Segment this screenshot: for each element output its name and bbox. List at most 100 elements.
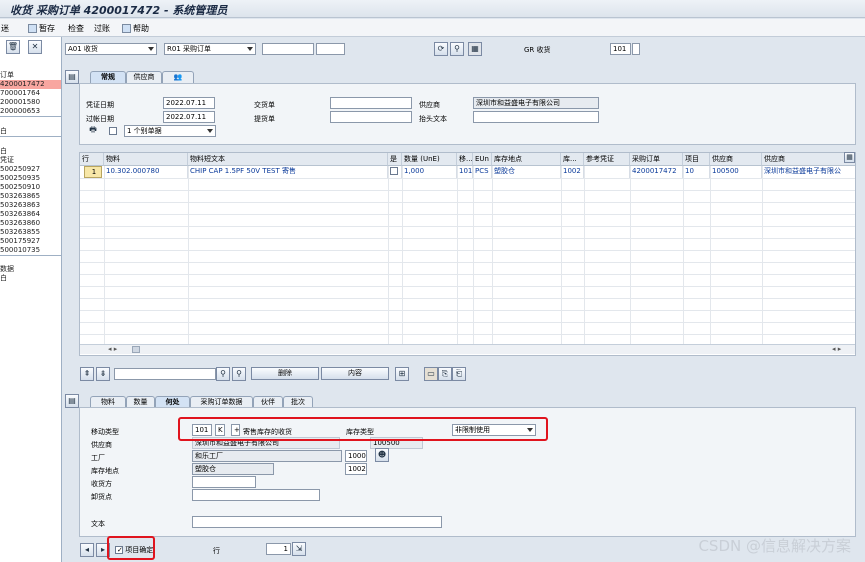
left-pane-item[interactable]: 订单 bbox=[0, 71, 61, 80]
po-number-input[interactable] bbox=[262, 43, 314, 55]
column-header[interactable]: 项目 bbox=[683, 153, 710, 166]
row-checkbox[interactable] bbox=[390, 167, 398, 175]
delivery-note-input[interactable] bbox=[330, 97, 412, 109]
tab-vendor[interactable]: 供应商 bbox=[126, 71, 162, 83]
table-cell[interactable]: 塑胶仓 bbox=[492, 166, 561, 178]
goods-recipient-input[interactable] bbox=[192, 476, 256, 488]
save-draft-button[interactable]: 暂存 bbox=[28, 23, 55, 34]
print-icon[interactable]: 🖶 bbox=[86, 124, 100, 138]
table-cell[interactable]: PCS bbox=[473, 166, 492, 178]
unloading-point-input[interactable] bbox=[192, 489, 320, 501]
column-header[interactable]: 物料 bbox=[104, 153, 188, 166]
table-cell[interactable]: 100500 bbox=[710, 166, 762, 178]
table-cell[interactable] bbox=[388, 166, 402, 178]
table-cell[interactable]: 10 bbox=[683, 166, 710, 178]
left-pane-item[interactable] bbox=[0, 136, 61, 145]
column-header[interactable]: 是 bbox=[388, 153, 402, 166]
left-pane-item[interactable]: 500250927 bbox=[0, 165, 61, 174]
gr-code-ext-input[interactable] bbox=[632, 43, 640, 55]
left-pane-item[interactable]: 500250910 bbox=[0, 183, 61, 192]
trash-icon[interactable]: 🗑 bbox=[6, 40, 20, 54]
table-settings-icon[interactable]: ▦ bbox=[844, 152, 855, 163]
post-date-input[interactable]: 2022.07.11 bbox=[163, 111, 215, 123]
column-header[interactable]: EUn bbox=[473, 153, 492, 166]
tab-general[interactable]: 常规 bbox=[90, 71, 126, 83]
scroll-right-icon[interactable]: ◂ ▸ bbox=[832, 345, 841, 353]
plant-address-icon[interactable]: ☻ bbox=[375, 448, 389, 462]
po-item-input[interactable] bbox=[316, 43, 345, 55]
column-header[interactable]: 物料短文本 bbox=[188, 153, 388, 166]
left-pane-item[interactable]: 500175927 bbox=[0, 237, 61, 246]
copy-icon[interactable]: ⎘ bbox=[438, 367, 452, 381]
doc-date-input[interactable]: 2022.07.11 bbox=[163, 97, 215, 109]
print-checkbox[interactable] bbox=[109, 127, 117, 136]
execute-icon[interactable]: ⟳ bbox=[434, 42, 448, 56]
settings-icon[interactable]: ▦ bbox=[468, 42, 482, 56]
table-cell[interactable]: 10.302.000780 bbox=[104, 166, 188, 178]
column-header[interactable]: 移... bbox=[457, 153, 473, 166]
find-next-icon[interactable]: ⚲ bbox=[232, 367, 246, 381]
reference-dropdown[interactable]: R01 采购订单 bbox=[164, 43, 256, 55]
left-pane-item[interactable]: 白 bbox=[0, 274, 61, 283]
table-cell[interactable]: 4200017472 bbox=[630, 166, 683, 178]
header-text-input[interactable] bbox=[473, 111, 599, 123]
left-pane-item[interactable]: 200000653 bbox=[0, 107, 61, 116]
scroll-bottom-icon[interactable]: ⇟ bbox=[96, 367, 110, 381]
column-header[interactable]: 库... bbox=[561, 153, 584, 166]
search-icon[interactable]: ⚲ bbox=[450, 42, 464, 56]
find-input[interactable] bbox=[114, 368, 216, 380]
left-pane-item[interactable]: 白 bbox=[0, 147, 61, 156]
help-button[interactable]: 帮助 bbox=[122, 23, 149, 34]
column-header[interactable]: 参考凭证 bbox=[584, 153, 630, 166]
table-cell[interactable]: CHIP CAP 1.5PF 50V TEST 寄售 bbox=[188, 166, 388, 178]
left-pane-item[interactable]: 503263865 bbox=[0, 192, 61, 201]
doc-icon[interactable]: ▭ bbox=[424, 367, 438, 381]
table-cell[interactable]: 1,000 bbox=[402, 166, 457, 178]
close-icon[interactable]: ✕ bbox=[28, 40, 42, 54]
scroll-left-icon[interactable]: ◂ ▸ bbox=[108, 345, 117, 353]
column-header[interactable]: 数量 (UnE) bbox=[402, 153, 457, 166]
left-pane-item[interactable]: 数据 bbox=[0, 265, 61, 274]
left-pane-item[interactable]: 白 bbox=[0, 127, 61, 136]
plant-code-input[interactable]: 1000 bbox=[345, 450, 367, 462]
bill-of-lading-input[interactable] bbox=[330, 111, 412, 123]
table-cell[interactable]: 深圳市和益盛电子有限公 bbox=[762, 166, 855, 178]
column-header[interactable]: 供应商 bbox=[762, 153, 855, 166]
action-dropdown[interactable]: A01 收货 bbox=[65, 43, 157, 55]
go-to-line-icon[interactable]: ⇲ bbox=[292, 542, 306, 556]
content-button[interactable]: 内容 bbox=[321, 367, 389, 380]
post-button[interactable]: 过账 bbox=[94, 23, 110, 34]
left-pane-item[interactable]: 503263863 bbox=[0, 201, 61, 210]
tab-partner-icon[interactable]: 👥 bbox=[162, 71, 194, 83]
left-pane-item[interactable] bbox=[0, 255, 61, 264]
storage-location-code-input[interactable]: 1002 bbox=[345, 463, 367, 475]
detail-toggle-icon[interactable]: ▤ bbox=[65, 394, 79, 408]
left-pane-item[interactable]: 500250935 bbox=[0, 174, 61, 183]
left-pane-item[interactable] bbox=[0, 116, 61, 125]
left-pane-item[interactable]: 503263864 bbox=[0, 210, 61, 219]
gr-code-input[interactable]: 101 bbox=[610, 43, 631, 55]
previous-item-icon[interactable]: ◂ bbox=[80, 543, 94, 557]
expand-icon[interactable]: ⊞ bbox=[395, 367, 409, 381]
column-header[interactable]: 供应商 bbox=[710, 153, 762, 166]
horizontal-scrollbar[interactable]: ◂ ▸ ◂ ▸ bbox=[80, 344, 855, 354]
table-cell[interactable]: 101 bbox=[457, 166, 473, 178]
column-header[interactable]: 采购订单 bbox=[630, 153, 683, 166]
table-cell[interactable]: 1002 bbox=[561, 166, 584, 178]
line-number-input[interactable]: 1 bbox=[266, 543, 291, 555]
delete-button[interactable]: 删除 bbox=[251, 367, 319, 380]
check-button[interactable]: 检查 bbox=[68, 23, 84, 34]
header-toggle-icon[interactable]: ▤ bbox=[65, 70, 79, 84]
paste-icon[interactable]: ⎗ bbox=[452, 367, 466, 381]
slip-dropdown[interactable]: 1 个别单据 bbox=[124, 125, 216, 137]
scroll-top-icon[interactable]: ⇞ bbox=[80, 367, 94, 381]
left-pane-item[interactable]: 700001764 bbox=[0, 89, 61, 98]
left-pane-item[interactable]: 凭证 bbox=[0, 156, 61, 165]
left-pane-item[interactable]: 200001580 bbox=[0, 98, 61, 107]
table-cell[interactable] bbox=[584, 166, 630, 178]
left-pane-item[interactable]: 503263855 bbox=[0, 228, 61, 237]
left-pane-item[interactable]: 4200017472 bbox=[0, 80, 61, 89]
column-header[interactable]: 库存地点 bbox=[492, 153, 561, 166]
menu-item-0[interactable]: 迷 bbox=[1, 23, 9, 34]
table-cell[interactable]: 1 bbox=[84, 166, 102, 178]
